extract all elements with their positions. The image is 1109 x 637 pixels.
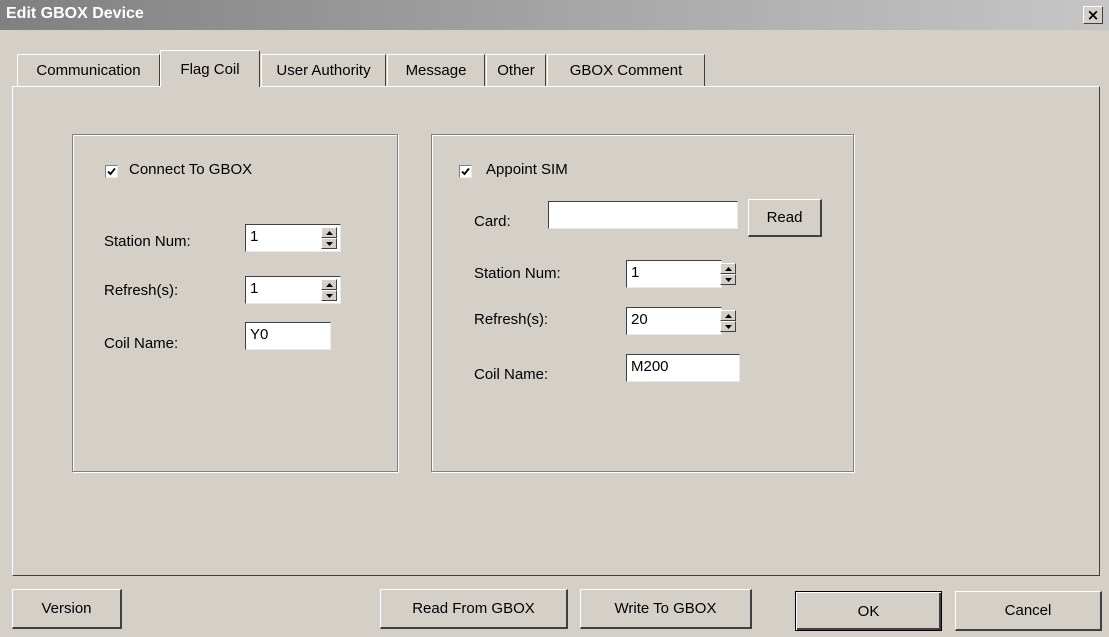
checkmark-icon bbox=[107, 167, 116, 176]
station-num-input[interactable]: 1 bbox=[626, 260, 722, 288]
triangle-up-icon bbox=[325, 230, 333, 235]
tab-other[interactable]: Other bbox=[486, 54, 546, 86]
triangle-up-icon bbox=[724, 266, 732, 271]
tab-communication[interactable]: Communication bbox=[17, 54, 160, 86]
triangle-down-icon bbox=[325, 241, 333, 246]
refresh-label: Refresh(s): bbox=[474, 311, 549, 328]
connect-to-gbox-group: Connect To GBOX Station Num: 1 Refresh(s… bbox=[72, 134, 398, 472]
triangle-down-icon bbox=[724, 324, 732, 329]
tab-flag-coil[interactable]: Flag Coil bbox=[160, 50, 260, 87]
read-from-gbox-button[interactable]: Read From GBOX bbox=[380, 589, 568, 629]
spin-up-button[interactable] bbox=[720, 263, 736, 274]
station-num-label: Station Num: bbox=[474, 265, 561, 282]
version-button[interactable]: Version bbox=[12, 589, 122, 629]
appoint-sim-label: Appoint SIM bbox=[486, 161, 568, 178]
cancel-button[interactable]: Cancel bbox=[955, 591, 1102, 631]
triangle-down-icon bbox=[325, 293, 333, 298]
spin-up-button[interactable] bbox=[321, 227, 337, 238]
triangle-up-icon bbox=[724, 313, 732, 318]
refresh-spinner[interactable] bbox=[720, 310, 736, 332]
station-num-label: Station Num: bbox=[104, 233, 191, 250]
card-label: Card: bbox=[474, 213, 511, 230]
spin-down-button[interactable] bbox=[720, 321, 736, 332]
refresh-input[interactable]: 20 bbox=[626, 307, 722, 335]
write-to-gbox-button[interactable]: Write To GBOX bbox=[580, 589, 752, 629]
spin-down-button[interactable] bbox=[321, 238, 337, 249]
window-title: Edit GBOX Device bbox=[6, 5, 144, 22]
close-button[interactable]: × bbox=[1083, 6, 1103, 24]
coil-name-label: Coil Name: bbox=[104, 335, 179, 352]
station-num-spinner[interactable] bbox=[720, 263, 736, 285]
read-card-button[interactable]: Read bbox=[748, 199, 822, 237]
ok-button[interactable]: OK bbox=[795, 591, 942, 631]
appoint-sim-checkbox[interactable] bbox=[459, 165, 472, 178]
triangle-up-icon bbox=[325, 282, 333, 287]
appoint-sim-group: Appoint SIM Card: Read Station Num: 1 Re… bbox=[431, 134, 854, 472]
tab-gbox-comment[interactable]: GBOX Comment bbox=[547, 54, 705, 86]
spin-down-button[interactable] bbox=[321, 290, 337, 301]
tab-user-authority[interactable]: User Authority bbox=[261, 54, 386, 86]
spin-up-button[interactable] bbox=[321, 279, 337, 290]
triangle-down-icon bbox=[724, 277, 732, 282]
connect-to-gbox-label: Connect To GBOX bbox=[129, 161, 253, 178]
connect-to-gbox-checkbox[interactable] bbox=[105, 165, 118, 178]
checkmark-icon bbox=[461, 167, 470, 176]
coil-name-label: Coil Name: bbox=[474, 366, 549, 383]
card-input[interactable] bbox=[548, 201, 738, 229]
spin-up-button[interactable] bbox=[720, 310, 736, 321]
spin-down-button[interactable] bbox=[720, 274, 736, 285]
title-bar: Edit GBOX Device × bbox=[0, 0, 1109, 30]
tab-message[interactable]: Message bbox=[387, 54, 485, 86]
refresh-spinner[interactable] bbox=[321, 279, 337, 301]
close-icon: × bbox=[1086, 6, 1100, 24]
station-num-spinner[interactable] bbox=[321, 227, 337, 249]
coil-name-input[interactable]: Y0 bbox=[245, 322, 331, 350]
refresh-label: Refresh(s): bbox=[104, 282, 179, 299]
coil-name-input[interactable]: M200 bbox=[626, 354, 740, 382]
